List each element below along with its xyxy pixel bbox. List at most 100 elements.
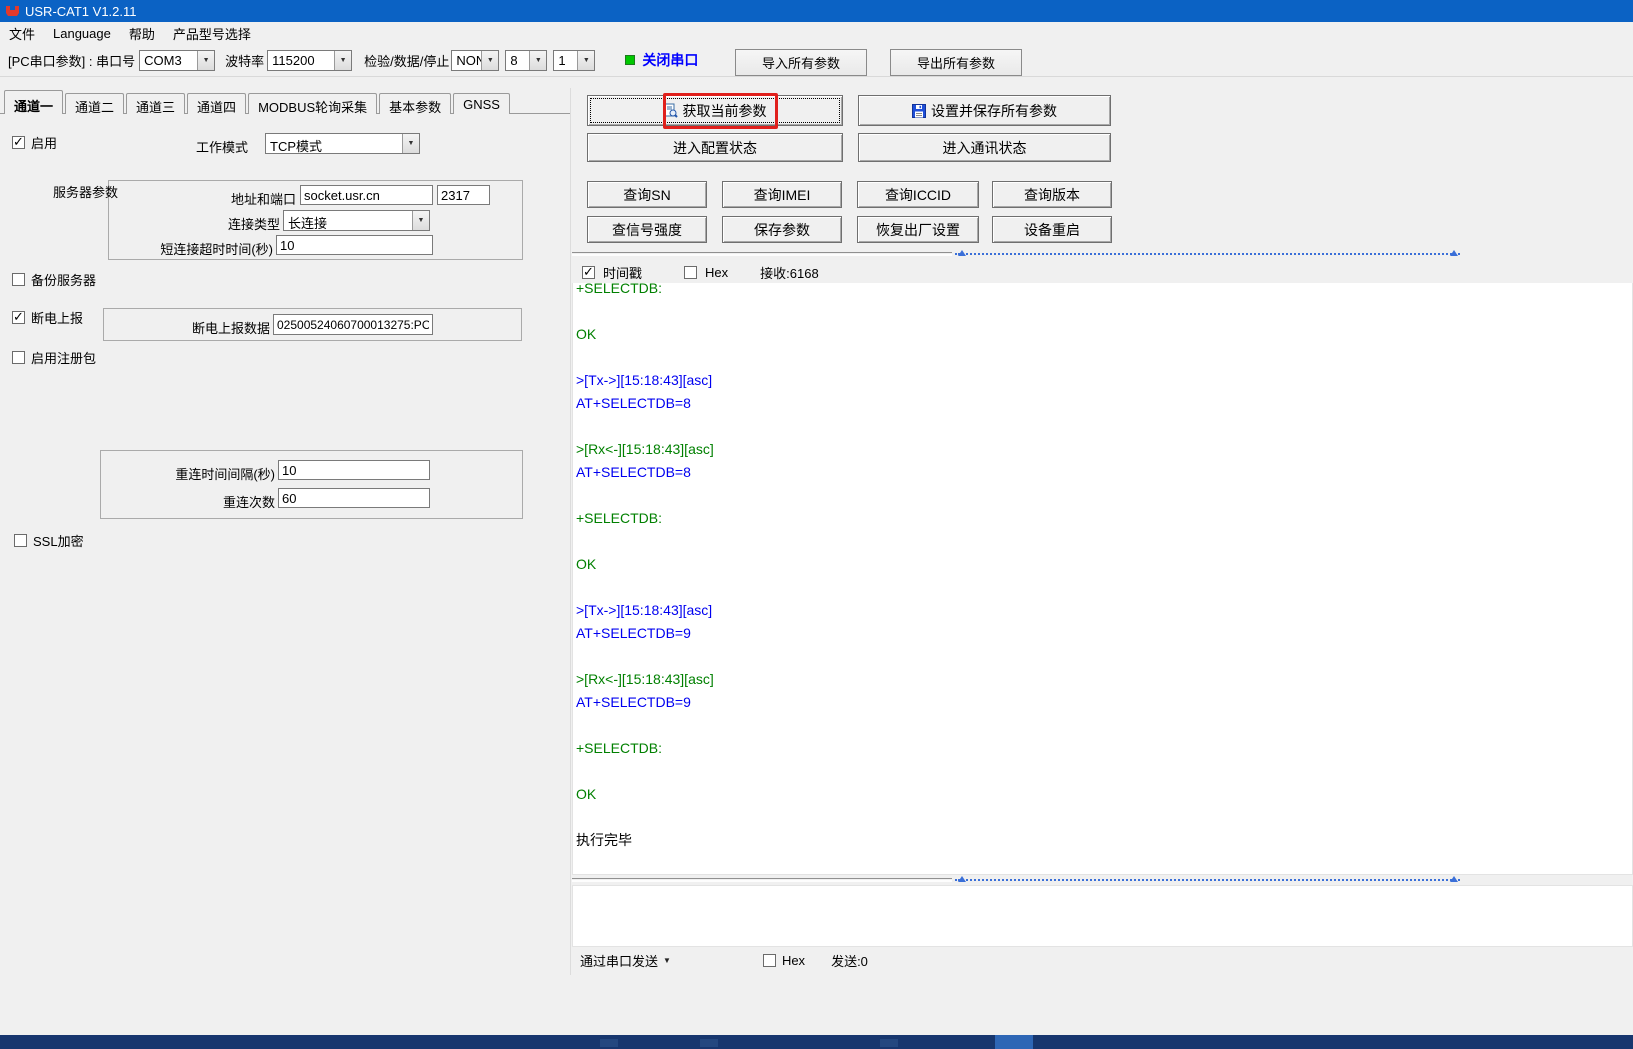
timestamp-label: 时间戳 xyxy=(603,263,642,282)
tab-MODBUS轮询采集[interactable]: MODBUS轮询采集 xyxy=(248,93,377,114)
send-via-serial-button[interactable]: 通过串口发送 xyxy=(580,951,658,970)
save-floppy-icon xyxy=(912,104,926,118)
menu-item-帮助[interactable]: 帮助 xyxy=(120,22,164,45)
menu-item-产品型号选择[interactable]: 产品型号选择 xyxy=(164,22,260,45)
ssl-checkbox[interactable] xyxy=(14,534,27,547)
taskbar[interactable] xyxy=(0,1035,1633,1049)
tab-通道三[interactable]: 通道三 xyxy=(126,93,185,114)
frame-label: 检验/数据/停止 xyxy=(364,51,449,70)
ssl-row[interactable]: SSL加密 xyxy=(14,531,84,550)
enable-label: 启用 xyxy=(31,133,57,152)
splitter-dotted-line xyxy=(955,879,1460,881)
server-params-label: 服务器参数 xyxy=(53,182,118,201)
register-pkg-row[interactable]: 启用注册包 xyxy=(12,348,96,367)
port-section-label: [PC串口参数] : 串口号 xyxy=(8,51,135,70)
ssl-label: SSL加密 xyxy=(33,531,84,550)
stopbits-select[interactable]: 1 ▼ xyxy=(553,50,595,71)
conn-type-value: 长连接 xyxy=(284,211,412,230)
tab-基本参数[interactable]: 基本参数 xyxy=(379,93,451,114)
backup-server-label: 备份服务器 xyxy=(31,270,96,289)
menu-item-文件[interactable]: 文件 xyxy=(0,22,44,45)
splitter-arrow-icon[interactable] xyxy=(1450,876,1458,882)
search-doc-icon xyxy=(664,103,678,118)
reconnect-interval-input[interactable] xyxy=(278,460,430,480)
power-report-checkbox[interactable] xyxy=(12,311,25,324)
log-line xyxy=(576,645,1632,668)
timestamp-checkbox[interactable] xyxy=(582,266,595,279)
chevron-down-icon: ▼ xyxy=(402,134,419,153)
save-params-button[interactable]: 保存参数 xyxy=(722,216,842,243)
send-input-area[interactable] xyxy=(572,885,1633,947)
query-imei-button[interactable]: 查询IMEI xyxy=(722,181,842,208)
taskbar-icon[interactable] xyxy=(600,1039,618,1047)
taskbar-icon[interactable] xyxy=(880,1039,898,1047)
enter-config-button[interactable]: 进入配置状态 xyxy=(587,133,843,162)
port-open-indicator xyxy=(625,55,635,65)
log-line: 执行完毕 xyxy=(576,829,1632,852)
tab-通道四[interactable]: 通道四 xyxy=(187,93,246,114)
backup-server-row[interactable]: 备份服务器 xyxy=(12,270,96,289)
query-signal-button[interactable]: 查信号强度 xyxy=(587,216,707,243)
reboot-button[interactable]: 设备重启 xyxy=(992,216,1112,243)
parity-select[interactable]: NONI ▼ xyxy=(451,50,499,71)
set-save-params-button[interactable]: 设置并保存所有参数 xyxy=(858,95,1111,126)
send-hex-checkbox[interactable] xyxy=(763,954,776,967)
power-report-row[interactable]: 断电上报 xyxy=(12,308,83,327)
conn-type-select[interactable]: 长连接 ▼ xyxy=(283,210,430,231)
chevron-down-icon[interactable]: ▼ xyxy=(663,956,671,965)
tab-通道二[interactable]: 通道二 xyxy=(65,93,124,114)
menu-bar: 文件Language帮助产品型号选择 xyxy=(0,22,1633,44)
window-title: USR-CAT1 V1.2.11 xyxy=(25,4,137,19)
menu-item-Language[interactable]: Language xyxy=(44,24,120,43)
query-iccid-button[interactable]: 查询ICCID xyxy=(857,181,979,208)
horizontal-splitter-bottom[interactable] xyxy=(572,876,1633,885)
log-line xyxy=(576,484,1632,507)
splitter-grooves xyxy=(572,878,952,882)
enter-comm-button[interactable]: 进入通讯状态 xyxy=(858,133,1111,162)
log-line: OK xyxy=(576,783,1632,806)
log-line: AT+SELECTDB=8 xyxy=(576,392,1632,415)
work-mode-select[interactable]: TCP模式 ▼ xyxy=(265,133,420,154)
databits-select[interactable]: 8 ▼ xyxy=(505,50,547,71)
tab-通道一[interactable]: 通道一 xyxy=(4,90,63,114)
export-params-button[interactable]: 导出所有参数 xyxy=(890,49,1022,76)
taskbar-active-item[interactable] xyxy=(995,1035,1033,1049)
enable-checkbox-row[interactable]: 启用 xyxy=(12,133,57,152)
get-params-button[interactable]: 获取当前参数 xyxy=(587,95,843,126)
close-port-button[interactable]: 关闭串口 xyxy=(642,50,698,70)
send-hex-label: Hex xyxy=(782,953,805,968)
baud-value: 115200 xyxy=(268,51,334,70)
import-params-button[interactable]: 导入所有参数 xyxy=(735,49,867,76)
com-port-value: COM3 xyxy=(140,51,197,70)
set-save-params-label: 设置并保存所有参数 xyxy=(931,101,1057,121)
log-line xyxy=(576,760,1632,783)
reconnect-times-input[interactable] xyxy=(278,488,430,508)
taskbar-icon[interactable] xyxy=(700,1039,718,1047)
query-sn-button[interactable]: 查询SN xyxy=(587,181,707,208)
reconnect-interval-label: 重连时间间隔(秒) xyxy=(160,464,275,483)
baud-label: 波特率 xyxy=(225,51,264,70)
enable-checkbox[interactable] xyxy=(12,136,25,149)
com-port-select[interactable]: COM3 ▼ xyxy=(139,50,215,71)
log-line: >[Tx->][15:18:43][asc] xyxy=(576,369,1632,392)
splitter-arrow-icon[interactable] xyxy=(1450,250,1458,256)
short-timeout-input[interactable] xyxy=(276,235,433,255)
register-pkg-label: 启用注册包 xyxy=(31,348,96,367)
log-line: +SELECTDB: xyxy=(576,283,1632,300)
power-report-data-input[interactable] xyxy=(273,314,433,335)
baud-select[interactable]: 115200 ▼ xyxy=(267,50,352,71)
log-hex-checkbox[interactable] xyxy=(684,266,697,279)
panel-divider xyxy=(570,88,571,975)
log-area[interactable]: +SELECTDB: OK >[Tx->][15:18:43][asc]AT+S… xyxy=(572,283,1633,875)
query-version-button[interactable]: 查询版本 xyxy=(992,181,1112,208)
register-pkg-checkbox[interactable] xyxy=(12,351,25,364)
port-input[interactable] xyxy=(437,185,490,205)
log-line: AT+SELECTDB=9 xyxy=(576,691,1632,714)
tab-GNSS[interactable]: GNSS xyxy=(453,93,510,114)
factory-reset-button[interactable]: 恢复出厂设置 xyxy=(857,216,979,243)
addr-input[interactable] xyxy=(300,185,433,205)
horizontal-splitter-top[interactable] xyxy=(572,250,1633,259)
backup-server-checkbox[interactable] xyxy=(12,273,25,286)
conn-type-label: 连接类型 xyxy=(225,214,280,233)
channel-tabstrip: 通道一通道二通道三通道四MODBUS轮询采集基本参数GNSS xyxy=(4,91,512,114)
